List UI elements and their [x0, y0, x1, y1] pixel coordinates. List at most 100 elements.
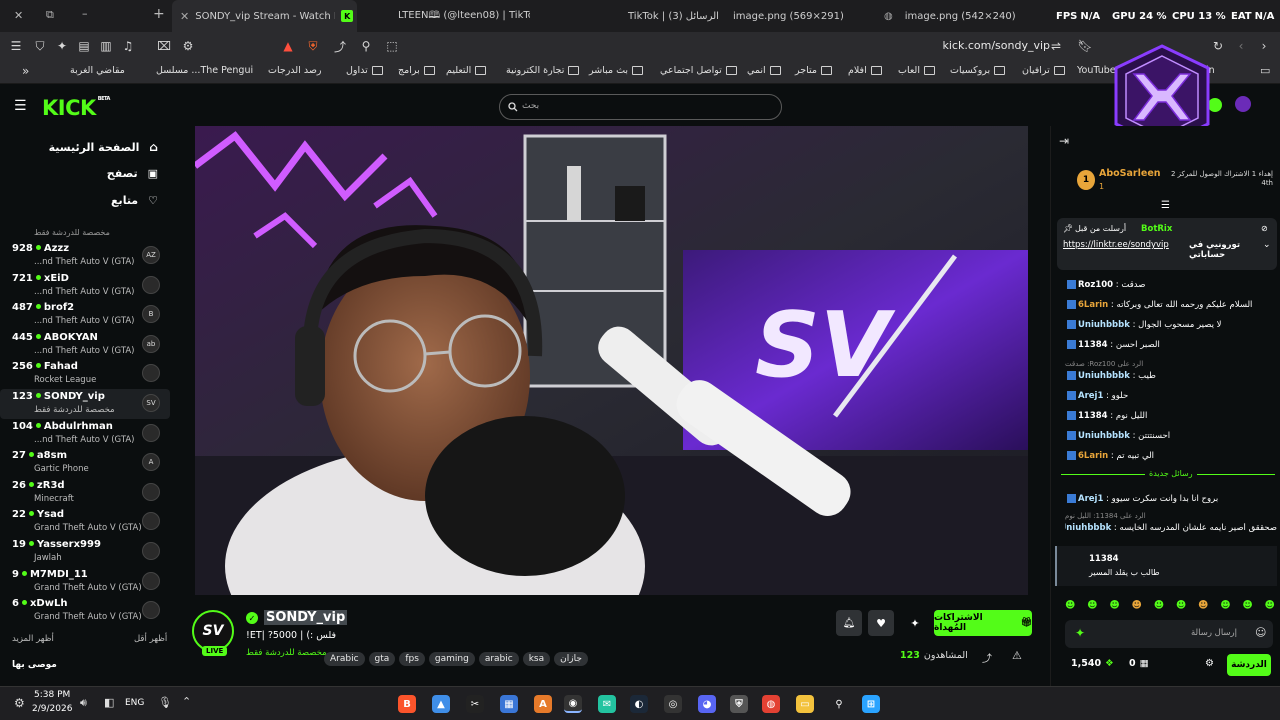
brave-shield-icon[interactable]: ⛨	[305, 38, 321, 54]
sidebar-channel[interactable]: 19 Yasserx999 Jawlah	[0, 537, 170, 567]
url-text[interactable]: kick.com/sondy_vip	[942, 39, 1050, 52]
nav-home[interactable]: ⌂ الصفحة الرئيسية	[8, 140, 158, 154]
emote-icon[interactable]: ☻	[1198, 600, 1208, 614]
stream-tag[interactable]: gta	[368, 652, 396, 666]
notification-bell-button[interactable]: 🔔︎	[836, 610, 862, 636]
sparkle-button[interactable]: ✦	[902, 610, 928, 636]
tray-expand-icon[interactable]: ⌃	[182, 695, 191, 708]
bookmark-item[interactable]: متاجر	[795, 65, 832, 76]
bookmark-item[interactable]: ترافيان	[1022, 65, 1065, 76]
bookmark-item[interactable]: تواصل اجتماعي	[660, 65, 737, 76]
emote-icon[interactable]: ☻	[1065, 600, 1075, 614]
user-avatar[interactable]	[1235, 96, 1251, 112]
share-icon[interactable]: ⤴	[332, 38, 348, 54]
bookmark-item[interactable]: مقاضي الغربة	[70, 65, 125, 76]
highlight-user[interactable]: 11384	[1089, 554, 1119, 564]
chat-settings-icon[interactable]: ⚙	[1205, 658, 1214, 669]
emote-icon[interactable]: ☻	[1132, 600, 1142, 614]
subs-display[interactable]: 0 ▦	[1129, 658, 1149, 669]
bookmark-item[interactable]: التعليم	[446, 65, 487, 76]
stream-tag[interactable]: Arabic	[324, 652, 365, 666]
bookmark-item[interactable]: تداول	[346, 65, 383, 76]
report-icon[interactable]: ⚠	[1012, 649, 1022, 662]
language-indicator[interactable]: ENG	[125, 698, 144, 708]
bookmark-item[interactable]: بروكسيات	[950, 65, 1006, 76]
emote-icon[interactable]: ☻	[1087, 600, 1097, 614]
search-bar[interactable]: بحث	[499, 94, 782, 120]
emoji-icon[interactable]: ☺	[1255, 626, 1266, 639]
minimize-icon[interactable]: –	[82, 7, 88, 20]
obs-icon[interactable]: ◎	[664, 695, 682, 713]
new-tab-icon[interactable]: +	[153, 6, 165, 22]
chat-username[interactable]: 11384	[1078, 411, 1108, 421]
tab-tiktok-profile[interactable]: LTEEN🕮 (@lteen08) | TikTok ♪	[370, 0, 530, 32]
kick-logo[interactable]: KICK BETA	[42, 96, 110, 120]
music-icon[interactable]: ♫	[120, 38, 136, 54]
tab-tiktok-messages[interactable]: TikTok | الرسائل (3) ♪	[600, 0, 720, 32]
screenshot-icon[interactable]: ⌧	[156, 38, 172, 54]
taskbar-search-icon[interactable]: ⚲	[830, 695, 848, 713]
window-close-icon[interactable]: ✕	[14, 9, 23, 22]
sparkle-icon[interactable]: ✦	[1075, 626, 1085, 640]
sidebar-icon[interactable]: ▤	[76, 38, 92, 54]
chrome-icon[interactable]: ◍	[762, 695, 780, 713]
collapse-chat-icon[interactable]: ⇥	[1059, 134, 1069, 148]
stream-category[interactable]: مخصصة للدردشة فقط	[246, 648, 327, 658]
photos-app-icon[interactable]: ▲	[432, 695, 450, 713]
stream-tag[interactable]: arabic	[478, 652, 519, 666]
bookmark-item[interactable]: YouTube	[1077, 65, 1116, 76]
tab-image-1[interactable]: image.png (569×291)	[733, 0, 873, 32]
emote-icon[interactable]: ☻	[1265, 600, 1275, 614]
brave-browser-icon[interactable]: B	[398, 695, 416, 713]
pinned-link[interactable]: https://linktr.ee/sondyvip	[1063, 240, 1169, 250]
menu-icon[interactable]: ☰	[8, 38, 24, 54]
gift-subs-button[interactable]: الاشتراكات المُهداة 🎁︎	[934, 610, 1032, 636]
forward-icon[interactable]: ›	[1256, 38, 1272, 54]
emote-icon[interactable]: ☻	[1176, 600, 1186, 614]
sidebar-channel[interactable]: 445 ABOKYAN ...nd Theft Auto V (GTA) ab	[0, 330, 170, 360]
puzzle-icon[interactable]: ⚙	[180, 38, 196, 54]
bookmark-extra-icon[interactable]: ▭	[1260, 64, 1270, 77]
follow-heart-button[interactable]: ♥	[868, 610, 894, 636]
screen-capture-icon[interactable]: ⬚	[384, 38, 400, 54]
bookmark-item[interactable]: بث مباشر	[589, 65, 644, 76]
chat-username[interactable]: Arej1	[1078, 391, 1103, 401]
chat-app-icon[interactable]: ✉	[598, 695, 616, 713]
aimp-icon[interactable]: A	[534, 695, 552, 713]
bookmark-item[interactable]: افلام	[848, 65, 882, 76]
sidebar-channel[interactable]: 256 Fahad Rocket League	[0, 359, 170, 389]
extensions-icon[interactable]: ✦	[54, 38, 70, 54]
pinned-toggle-icon[interactable]: ☰	[1161, 200, 1170, 211]
volume-icon[interactable]: 🔊︎	[80, 696, 87, 710]
microphone-icon[interactable]: 🎙︎	[158, 696, 172, 709]
brave-active-icon[interactable]: ◉	[564, 695, 582, 713]
windows-start-icon[interactable]: ⊞	[862, 695, 880, 713]
gifter-name[interactable]: AboSarleen	[1099, 168, 1161, 179]
sidebar-channel[interactable]: 6 xDwLh Grand Theft Auto V (GTA)	[0, 596, 170, 626]
video-player[interactable]: SV	[195, 126, 1028, 595]
chat-username[interactable]: 11384	[1078, 340, 1108, 350]
chat-username[interactable]: Roz100	[1078, 280, 1113, 290]
bookmark-item[interactable]: تجارة الكترونية	[506, 65, 580, 76]
nav-following[interactable]: ♡ متابع	[8, 194, 158, 207]
search-icon[interactable]: ⚲	[358, 38, 374, 54]
chat-username[interactable]: Uniuhbbbk	[1078, 431, 1130, 441]
steam-icon[interactable]: ◐	[630, 695, 648, 713]
sidebar-channel[interactable]: 123 SONDY_vip مخصصة للدردشة فقط SV	[0, 389, 170, 419]
show-more-link[interactable]: أظهر المزيد	[12, 634, 54, 644]
tab-groups-icon[interactable]: ⧉	[46, 8, 54, 22]
emote-icon[interactable]: ☻	[1109, 600, 1119, 614]
emote-icon[interactable]: ☻	[1242, 600, 1252, 614]
chat-send-button[interactable]: الدردشة	[1227, 654, 1271, 676]
sidebar-channel[interactable]: 9 M7MDI_11 Grand Theft Auto V (GTA)	[0, 567, 170, 597]
share-icon[interactable]: ⤴	[982, 650, 992, 665]
chat-username[interactable]: Arej1	[1078, 494, 1103, 504]
show-less-link[interactable]: أظهر أقل	[134, 634, 167, 644]
reload-icon[interactable]: ↻	[1210, 38, 1226, 54]
chat-input[interactable]: ✦ إرسال رسالة ☺	[1065, 620, 1273, 648]
bookmark-item[interactable]: The Pengui... مسلسل	[156, 65, 253, 76]
channel-name[interactable]: SONDY_vip	[264, 610, 348, 625]
bookmark-item[interactable]: انمي	[747, 65, 781, 76]
emote-icon[interactable]: ☻	[1220, 600, 1230, 614]
chat-username[interactable]: Uniuhbbbk	[1078, 320, 1130, 330]
